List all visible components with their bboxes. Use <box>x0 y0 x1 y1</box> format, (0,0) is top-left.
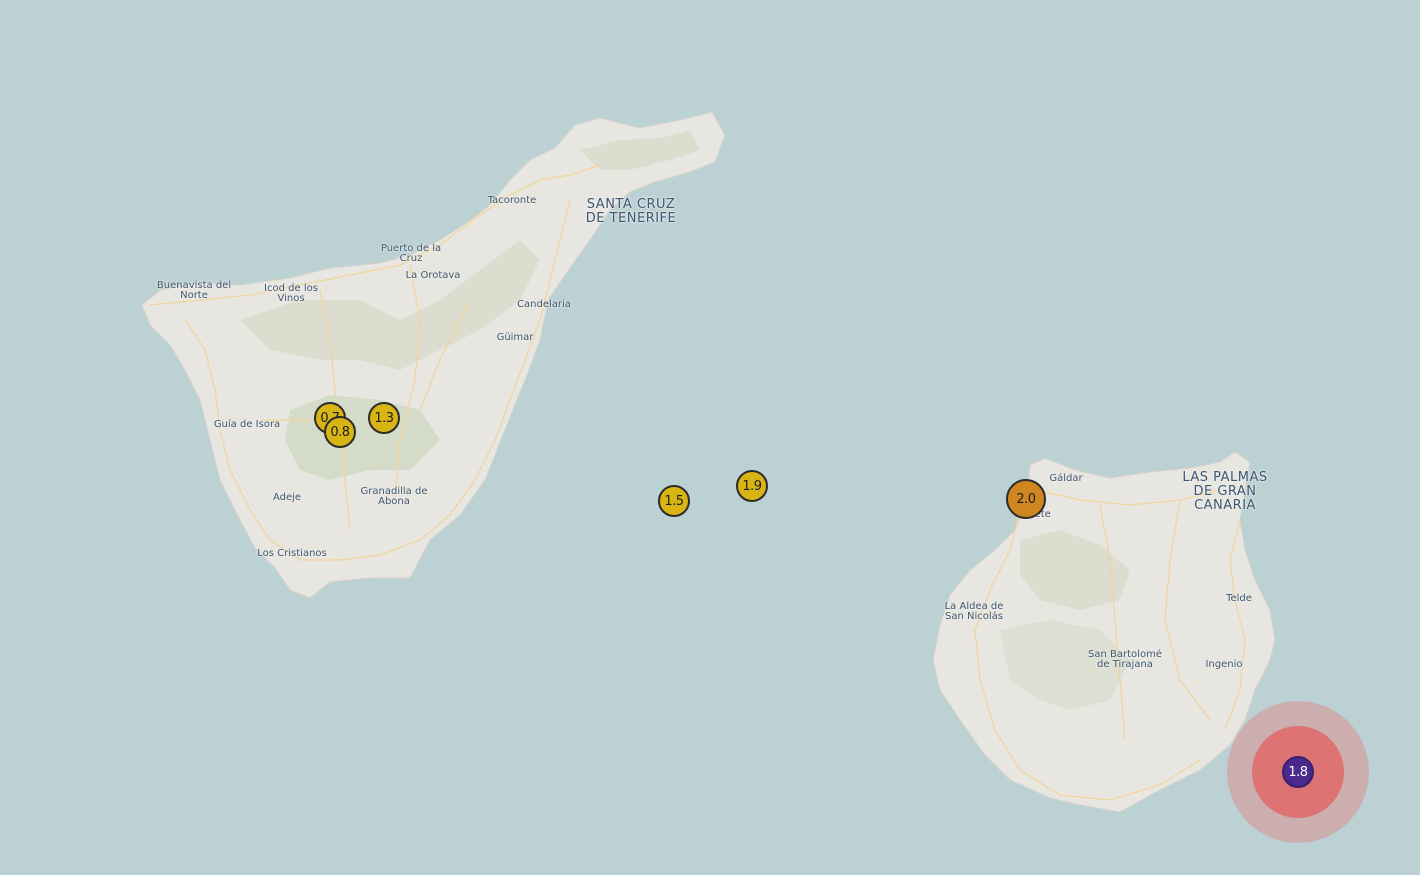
earthquake-marker-1-9[interactable]: 1.9 <box>736 470 768 502</box>
map-canvas[interactable]: SANTA CRUZ DE TENERIFE LAS PALMAS DE GRAN… <box>0 0 1420 875</box>
place-label-buenavista: Buenavista del Norte <box>156 280 232 301</box>
place-label-telde: Telde <box>1226 593 1252 604</box>
place-label-la-orotava: La Orotava <box>405 270 461 281</box>
place-label-san-bartolome: San Bartolomé de Tirajana <box>1088 649 1162 670</box>
earthquake-marker-0-8[interactable]: 0.8 <box>324 416 356 448</box>
earthquake-marker-1-3[interactable]: 1.3 <box>368 402 400 434</box>
earthquake-marker-1-8[interactable]: 1.8 <box>1282 756 1314 788</box>
place-label-la-aldea: La Aldea de San Nicolás <box>944 601 1004 622</box>
place-label-ingenio: Ingenio <box>1205 659 1243 670</box>
place-label-guia-de-isora: Guía de Isora <box>213 419 281 430</box>
basemap <box>141 111 1276 813</box>
earthquake-marker-1-5[interactable]: 1.5 <box>658 485 690 517</box>
place-label-santa-cruz: SANTA CRUZ DE TENERIFE <box>585 197 677 226</box>
place-label-los-cristianos: Los Cristianos <box>257 548 327 559</box>
place-label-puerto-de-la-cruz: Puerto de la Cruz <box>380 243 442 264</box>
place-label-icod: Icod de los Vinos <box>264 283 318 304</box>
tenerife-island <box>141 111 726 599</box>
place-label-guimar: Güimar <box>496 332 534 343</box>
place-label-adeje: Adeje <box>272 492 302 503</box>
place-label-galdar: Gáldar <box>1049 473 1083 484</box>
place-label-granadilla: Granadilla de Abona <box>360 486 428 507</box>
place-label-las-palmas: LAS PALMAS DE GRAN CANARIA <box>1182 470 1268 513</box>
earthquake-marker-2-0[interactable]: 2.0 <box>1006 479 1046 519</box>
place-label-tacoronte: Tacoronte <box>487 195 537 206</box>
place-label-candelaria: Candelaria <box>517 299 571 310</box>
